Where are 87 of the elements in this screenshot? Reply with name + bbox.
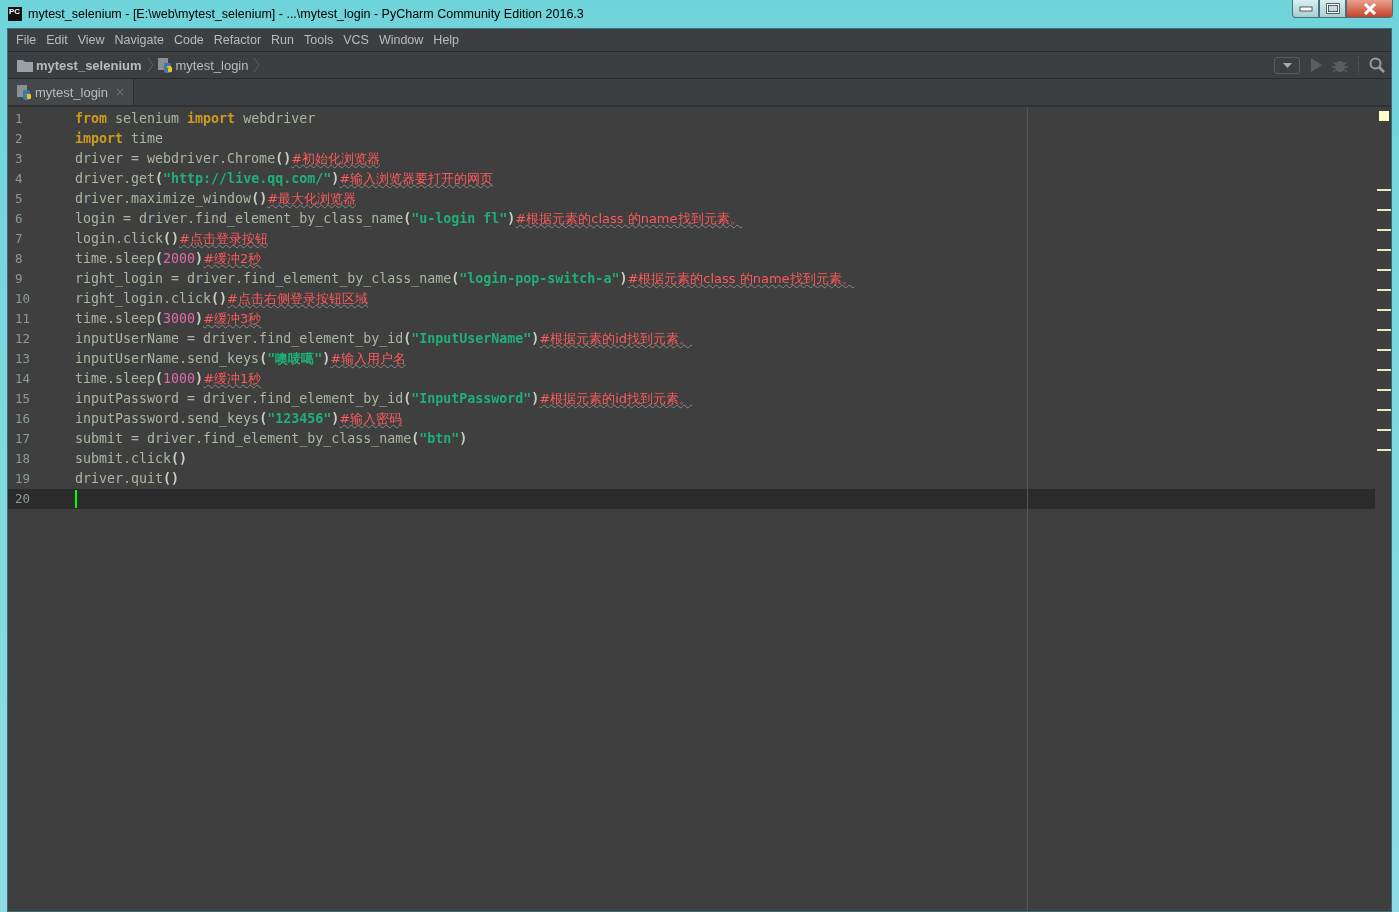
line-number: 17 <box>15 431 31 446</box>
warning-marker[interactable] <box>1377 409 1391 411</box>
code-line: inputPassword = driver.find_element_by_id("InputPassword")#根据元素的id找到元素。 <box>75 390 693 409</box>
maximize-button[interactable] <box>1319 0 1346 18</box>
text-caret <box>75 490 77 508</box>
line-number: 15 <box>15 391 31 406</box>
line-number: 20 <box>15 491 31 506</box>
menu-item[interactable]: VCS <box>338 33 374 47</box>
line-number: 10 <box>15 291 31 306</box>
line-number: 6 <box>15 211 23 226</box>
code-line: right_login.click()#点击右侧登录按钮区域 <box>75 290 368 309</box>
line-number: 14 <box>15 371 31 386</box>
warning-marker[interactable] <box>1377 389 1391 391</box>
code-line: time.sleep(2000)#缓冲2秒 <box>75 250 262 268</box>
code-line: import time <box>75 130 164 148</box>
code-line: inputPassword.send_keys("123456")#输入密码 <box>75 410 403 429</box>
warning-marker[interactable] <box>1377 269 1391 271</box>
code-line: driver.quit() <box>75 470 180 488</box>
code-line: driver.maximize_window()#最大化浏览器 <box>75 190 357 209</box>
menu-item[interactable]: Edit <box>41 33 73 47</box>
status-indicator-icon <box>1379 111 1389 121</box>
warning-marker[interactable] <box>1377 429 1391 431</box>
code-line: login = driver.find_element_by_class_name("u-login fl")#根据元素的class 的name找到元素。 <box>75 210 743 229</box>
line-number: 11 <box>15 311 31 326</box>
line-number: 3 <box>15 151 23 166</box>
python-file-icon <box>17 84 32 100</box>
line-number: 12 <box>15 331 31 346</box>
code-line: submit = driver.find_element_by_class_name("btn") <box>75 430 468 449</box>
search-icon[interactable] <box>1369 57 1385 73</box>
line-number: 13 <box>15 351 31 366</box>
code-line: login.click()#点击登录按钮 <box>75 230 268 248</box>
code-line: driver.get("http://live.qq.com/")#输入浏览器要打开的网页 <box>75 170 494 188</box>
code-line: submit.click() <box>75 450 188 468</box>
maximize-icon <box>1325 3 1340 14</box>
line-number: 5 <box>15 191 23 206</box>
menu-item[interactable]: Run <box>266 33 299 47</box>
code-line: right_login = driver.find_element_by_class_name("login-pop-switch-a")#根据元素的class 的name找到元素。 <box>75 270 855 289</box>
app-logo-icon: PC <box>8 7 22 21</box>
warning-marker[interactable] <box>1377 249 1391 251</box>
warning-marker[interactable] <box>1377 189 1391 191</box>
breadcrumb-item[interactable]: mytest_selenium <box>36 57 142 73</box>
line-number: 19 <box>15 471 31 486</box>
window-title: mytest_selenium - [E:\web\mytest_selenium] - ...\mytest_login - PyCharm Community Edition 2016.3 <box>28 7 584 21</box>
menu-item[interactable]: Refactor <box>208 33 267 47</box>
line-number: 18 <box>15 451 31 466</box>
warning-marker[interactable] <box>1377 329 1391 331</box>
menu-item[interactable]: Tools <box>299 33 339 47</box>
line-number: 7 <box>15 231 23 246</box>
minimize-button[interactable] <box>1292 0 1319 18</box>
line-number: 9 <box>15 271 23 286</box>
line-number: 8 <box>15 251 23 266</box>
warning-marker[interactable] <box>1377 209 1391 211</box>
warning-marker[interactable] <box>1377 229 1391 231</box>
run-config-dropdown[interactable] <box>1274 56 1300 74</box>
warning-marker[interactable] <box>1377 369 1391 371</box>
warning-marker[interactable] <box>1377 349 1391 351</box>
python-file-icon <box>157 57 173 73</box>
chevron-icon <box>253 57 261 73</box>
line-number: 2 <box>15 131 23 146</box>
folder-icon <box>17 58 33 72</box>
code-line: inputUserName = driver.find_element_by_id("InputUserName")#根据元素的id找到元素。 <box>75 330 693 349</box>
menu-item[interactable]: Code <box>168 33 209 47</box>
menu-item[interactable]: File <box>11 33 42 47</box>
menu-item[interactable]: Window <box>373 33 429 47</box>
run-icon[interactable] <box>1310 58 1322 72</box>
menu-item[interactable]: View <box>72 33 110 47</box>
code-line: time.sleep(3000)#缓冲3秒 <box>75 310 262 328</box>
close-icon <box>1361 2 1378 15</box>
warning-marker[interactable] <box>1377 289 1391 291</box>
chevron-icon <box>146 57 154 73</box>
minimize-icon <box>1298 5 1313 12</box>
code-line: driver = webdriver.Chrome()#初始化浏览器 <box>75 150 381 168</box>
editor-tab[interactable]: mytest_login × <box>8 79 135 105</box>
breadcrumb-item[interactable]: mytest_login <box>175 57 249 73</box>
line-number: 4 <box>15 171 23 186</box>
code-line: from selenium import webdriver <box>75 110 316 128</box>
code-line: time.sleep(1000)#缓冲1秒 <box>75 370 262 388</box>
line-number: 1 <box>15 111 23 126</box>
warning-marker[interactable] <box>1377 449 1391 451</box>
close-button[interactable] <box>1346 0 1393 18</box>
warning-marker[interactable] <box>1377 309 1391 311</box>
line-number: 16 <box>15 411 31 426</box>
caret-icon <box>1282 62 1292 68</box>
menu-item[interactable]: Navigate <box>109 33 169 47</box>
code-line: inputUserName.send_keys("噢唛噶")#输入用户名 <box>75 350 407 369</box>
tab-label: mytest_login <box>35 84 108 100</box>
menu-item[interactable]: Help <box>428 33 465 47</box>
